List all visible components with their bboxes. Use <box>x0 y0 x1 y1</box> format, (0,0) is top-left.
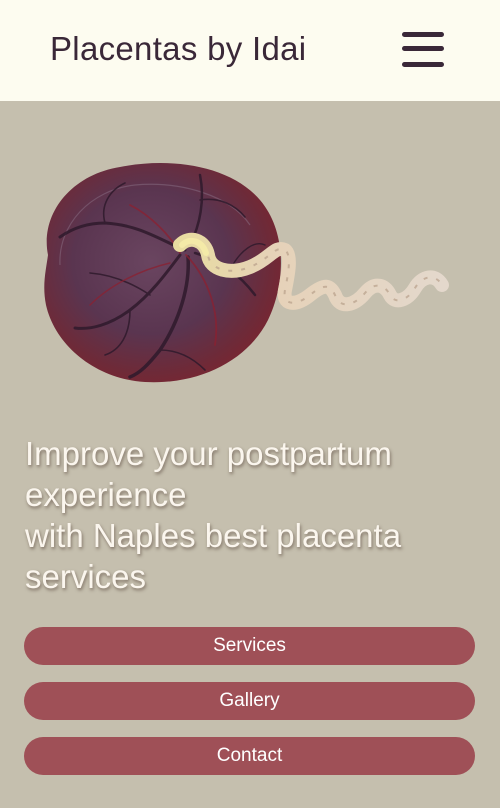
menu-bar-top <box>402 32 444 37</box>
hero-headline-line: with Naples best placenta <box>25 517 402 554</box>
menu-bar-bottom <box>402 62 444 67</box>
hero-headline-line: experience <box>25 476 187 513</box>
hero-headline-line: Improve your postpartum <box>25 435 392 472</box>
contact-button[interactable]: Contact <box>24 737 475 775</box>
site-title[interactable]: Placentas by Idai <box>50 30 306 68</box>
top-header: Placentas by Idai <box>0 0 500 101</box>
hamburger-menu-icon[interactable] <box>398 29 448 73</box>
hero-headline: Improve your postpartum experience with … <box>25 433 485 597</box>
placenta-with-umbilical-cord-image <box>44 163 449 383</box>
menu-bar-middle <box>402 46 444 51</box>
services-button[interactable]: Services <box>24 627 475 665</box>
hero-headline-line: services <box>25 558 147 595</box>
gallery-button[interactable]: Gallery <box>24 682 475 720</box>
